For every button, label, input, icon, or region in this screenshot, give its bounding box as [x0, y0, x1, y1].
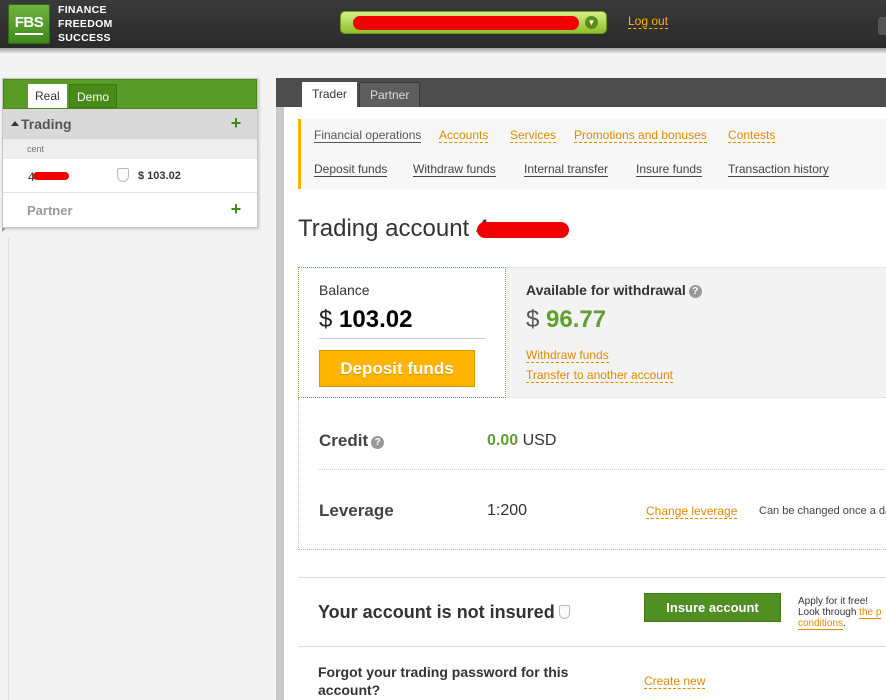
withdrawal-amount: 96.77	[546, 306, 607, 333]
account-balance: $ 103.02	[138, 170, 181, 182]
main-content: Financial operations Accounts Services P…	[284, 107, 886, 700]
insurance-terms-link[interactable]: the p	[859, 607, 882, 619]
credit-label: Credit?	[319, 431, 385, 451]
insurance-note-line2: Look through the p	[798, 607, 882, 619]
leverage-label: Leverage	[319, 501, 394, 520]
help-icon[interactable]: ?	[371, 436, 385, 449]
partner-section-header[interactable]: Partner +	[3, 193, 257, 227]
withdraw-funds-link[interactable]: Withdraw funds	[526, 349, 609, 363]
page-title: Trading account 4	[298, 215, 490, 242]
credit-amount: 0.00	[487, 432, 519, 449]
transfer-link[interactable]: Transfer to another account	[526, 369, 673, 383]
subnav-transaction-history[interactable]: Transaction history	[728, 162, 829, 177]
fbs-logo[interactable]: FBS	[8, 4, 50, 44]
logo-line: SUCCESS	[58, 32, 111, 44]
account-mode-tabs: Real Demo	[3, 79, 257, 109]
insurance-note-prefix: Look through	[798, 607, 860, 618]
redaction-mark	[353, 16, 579, 30]
account-type-label: cent	[3, 139, 257, 159]
insurance-status: Your account is not insured	[318, 602, 570, 623]
top-bar: FBS FINANCE FREEDOM SUCCESS ▼ Log out	[0, 0, 886, 54]
tab-real[interactable]: Real	[28, 84, 67, 108]
insurance-conditions-link[interactable]: conditions	[798, 618, 844, 630]
divider	[298, 577, 886, 578]
divider	[319, 338, 485, 339]
logout-link[interactable]: Log out	[628, 15, 669, 29]
insurance-note-line3: conditions.	[798, 618, 881, 630]
subnav-internal-transfer[interactable]: Internal transfer	[524, 162, 609, 177]
top-right-handle	[878, 17, 886, 35]
logo-text: FINANCE FREEDOM SUCCESS	[58, 3, 113, 45]
nav-accounts[interactable]: Accounts	[439, 128, 489, 143]
withdrawal-currency: $	[526, 306, 540, 333]
account-details: Credit? 0.00 USD Leverage 1:200 Change l…	[298, 398, 886, 550]
trading-title: Trading	[21, 116, 72, 132]
logo-line: FREEDOM	[58, 18, 113, 30]
balance-value: $ 103.02	[319, 306, 412, 334]
balance-card: Balance $ 103.02 Deposit funds	[298, 267, 506, 398]
insure-account-button[interactable]: Insure account	[644, 593, 781, 622]
account-selector[interactable]: ▼	[340, 11, 607, 34]
logo-line: FINANCE	[58, 4, 107, 16]
withdrawal-card: Available for withdrawal? $ 96.77 Withdr…	[506, 267, 886, 398]
change-leverage-link[interactable]: Change leverage	[646, 505, 738, 519]
forgot-password-text: Forgot your trading password for this ac…	[318, 664, 569, 698]
nav-services[interactable]: Services	[510, 128, 557, 143]
redaction-mark	[33, 172, 69, 180]
subnav-withdraw-funds[interactable]: Withdraw funds	[413, 162, 496, 177]
nav-financial-operations[interactable]: Financial operations	[314, 128, 422, 143]
subnav-insure-funds[interactable]: Insure funds	[636, 162, 703, 177]
accounts-panel: Real Demo Trading + cent 4 $ 103.02 Part…	[2, 78, 258, 228]
insurance-status-text: Your account is not insured	[318, 602, 555, 622]
shield-icon	[558, 605, 570, 619]
tab-demo[interactable]: Demo	[69, 84, 118, 108]
tab-trader[interactable]: Trader	[302, 82, 357, 107]
trading-section-header[interactable]: Trading +	[3, 109, 257, 139]
credit-label-text: Credit	[319, 431, 369, 450]
subnav-deposit-funds[interactable]: Deposit funds	[314, 162, 388, 177]
partner-title: Partner	[27, 203, 73, 218]
tab-partner[interactable]: Partner	[359, 82, 421, 107]
chevron-down-icon: ▼	[585, 16, 598, 29]
left-divider	[8, 238, 9, 700]
shield-icon	[117, 168, 129, 182]
balance-amount: 103.02	[339, 306, 413, 333]
logo-abbr: FBS	[14, 14, 44, 31]
insurance-note-line1: Apply for it free!	[798, 596, 869, 607]
operations-subnav: Financial operations Accounts Services P…	[298, 119, 886, 189]
nav-contests[interactable]: Contests	[728, 128, 776, 143]
withdrawal-label: Available for withdrawal?	[526, 282, 702, 298]
balance-label: Balance	[319, 282, 370, 298]
withdrawal-label-text: Available for withdrawal	[526, 282, 686, 298]
deposit-funds-button[interactable]: Deposit funds	[319, 350, 475, 387]
credit-value: 0.00 USD	[487, 432, 556, 450]
create-password-link[interactable]: Create new	[644, 675, 706, 689]
divider	[319, 469, 886, 470]
nav-promotions[interactable]: Promotions and bonuses	[574, 128, 707, 143]
collapse-triangle-icon	[11, 121, 19, 126]
help-icon[interactable]: ?	[688, 285, 702, 298]
add-partner-account-icon[interactable]: +	[229, 200, 243, 218]
withdrawal-value: $ 96.77	[526, 306, 606, 334]
redaction-mark	[477, 222, 569, 238]
insurance-note: Apply for it free! Look through the p co…	[798, 596, 882, 630]
add-trading-account-icon[interactable]: +	[229, 114, 243, 132]
balance-currency: $	[319, 306, 333, 333]
leverage-value: 1:200	[487, 502, 528, 519]
leverage-note: Can be changed once a day o	[759, 505, 886, 517]
account-list-item[interactable]: 4 $ 103.02	[3, 159, 257, 193]
panel-corner-marker	[2, 228, 6, 232]
role-tabs: Trader Partner	[276, 78, 886, 107]
credit-currency: USD	[522, 432, 557, 449]
insurance-note-suffix: .	[843, 618, 846, 629]
divider	[298, 646, 886, 647]
